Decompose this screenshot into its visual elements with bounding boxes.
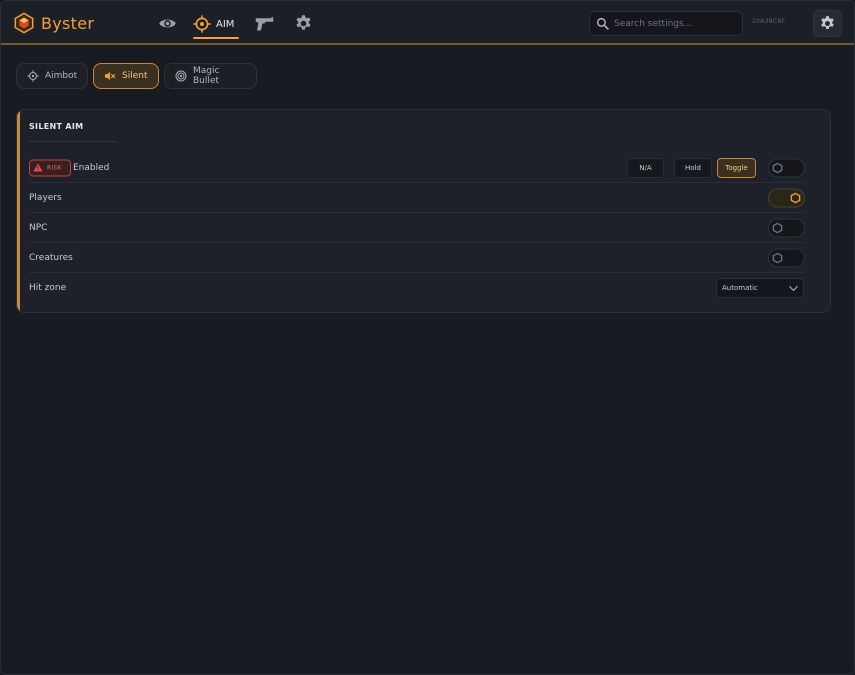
setting-label: Players [29,192,62,203]
build-id: 20A38C8F [752,18,786,25]
logo: Byster [13,11,94,35]
crosshair-icon [193,15,211,33]
setting-row-hit-zone: Hit zone Automatic [29,273,805,303]
subtab-label: Silent [122,71,148,81]
select-value: Automatic [722,284,758,292]
target-icon [175,70,187,82]
enabled-toggle[interactable] [768,158,805,177]
toggle-knob [772,162,783,173]
search-icon [596,17,609,30]
subtab-label: Aimbot [45,71,78,81]
panel-title: SILENT AIM [29,122,84,131]
subtab-label: Magic Bullet [193,66,220,86]
players-toggle[interactable] [768,188,805,207]
nav-aim-label: AIM [216,18,235,30]
setting-row-npc: NPC [29,213,805,243]
setting-label: Enabled [73,162,110,173]
setting-label: Creatures [29,252,73,263]
npc-toggle[interactable] [768,218,805,237]
toggle-knob [790,192,801,203]
setting-row-enabled: RISK Enabled N/A Hold Toggle [29,153,805,183]
eye-icon [158,19,176,27]
settings-button[interactable] [813,10,842,37]
muted-speaker-icon [105,72,116,80]
toggle-knob [772,252,783,263]
gear-icon [295,14,311,30]
app-name: Byster [41,13,95,33]
hexagon-knob-icon [772,162,783,173]
silent-aim-panel: SILENT AIM RISK Enabled N/A Hold Toggle [16,109,831,313]
setting-row-players: Players [29,183,805,213]
subtab-aimbot[interactable]: Aimbot [16,63,88,89]
nav-aim[interactable]: AIM [193,9,239,39]
hexagon-knob-icon [790,192,801,203]
subtab-silent[interactable]: Silent [93,63,159,89]
nav-misc[interactable] [293,11,313,35]
warning-icon [33,163,43,172]
mode-na-button[interactable]: N/A [627,157,664,178]
setting-label: NPC [29,222,48,233]
chevron-down-icon [789,286,798,291]
mode-toggle-button[interactable]: Toggle [717,157,756,178]
risk-badge-label: RISK [47,164,62,171]
setting-row-creatures: Creatures [29,243,805,273]
mode-hold-button[interactable]: Hold [674,157,712,178]
top-bar: Byster AIM Search settings... 20A38C8F [1,1,854,45]
toggle-knob [772,222,783,233]
setting-label: Hit zone [29,283,67,293]
hexagon-logo-icon [14,12,34,34]
gear-icon [821,16,834,29]
nav-visuals[interactable] [157,11,177,35]
crosshair-icon [27,70,39,82]
nav-weapons[interactable] [253,11,275,35]
hit-zone-select[interactable]: Automatic [716,278,804,298]
app-window: Byster AIM Search settings... 20A38C8F A… [0,0,855,675]
panel-accent-bar [17,110,20,312]
hexagon-knob-icon [772,252,783,263]
search-input[interactable] [614,18,734,29]
search-box[interactable] [589,11,743,36]
risk-badge: RISK [29,159,71,176]
gun-icon [255,16,273,30]
hexagon-knob-icon [772,222,783,233]
subtab-magic-bullet[interactable]: Magic Bullet [164,63,257,89]
active-tab-indicator [193,37,239,39]
panel-title-divider [29,141,117,142]
creatures-toggle[interactable] [768,248,805,267]
